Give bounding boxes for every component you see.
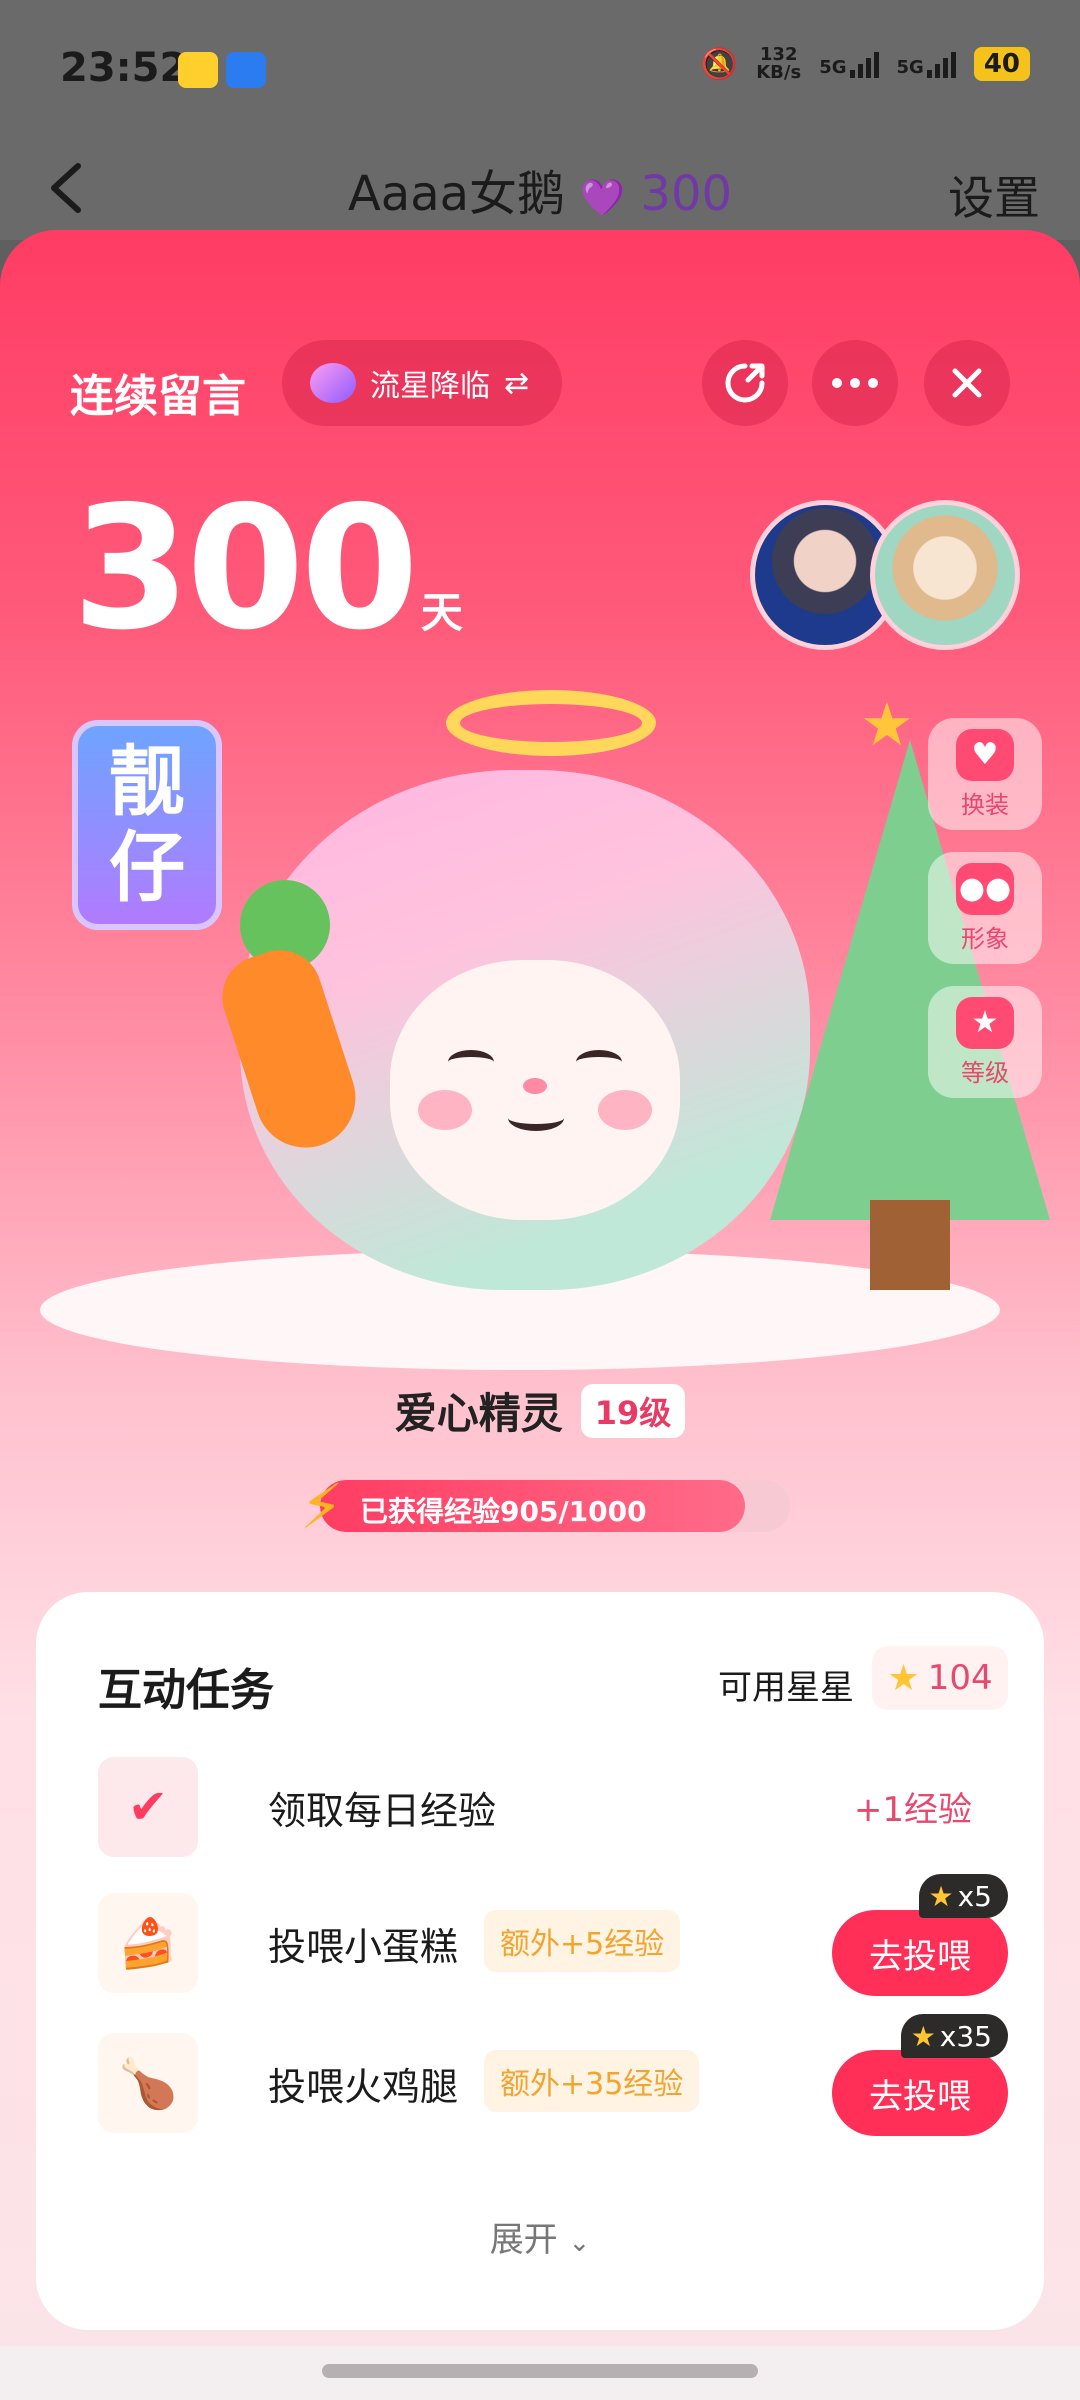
mute-icon: 🔕 [700,46,739,82]
page-title: Aaaa女鹅 💜 300 [347,166,733,222]
streak-days: 300 天 [72,470,463,668]
clock: 23:52 [60,45,188,91]
cost-tag: ★ x5 [918,1874,1008,1918]
xp-progress: ⚡ 已获得经验905/1000 [300,1470,790,1543]
star-icon: ★ [887,1657,920,1699]
hotspot-notification-icon [226,52,266,88]
side-button-outfit[interactable]: ♥ 换装 [928,718,1042,830]
star-level-icon: ★ [956,996,1014,1049]
close-button[interactable] [924,340,1010,426]
more-button[interactable] [812,340,898,426]
turkey-leg-icon: 🍗 [98,2033,198,2133]
avatar[interactable] [870,500,1020,650]
pig-face-icon: ●● [956,862,1014,915]
couple-avatars[interactable] [750,500,1020,650]
more-dots-icon [832,378,878,388]
network-speed: 132 KB/s [756,44,802,83]
cake-icon: 🍰 [98,1893,198,1993]
chevron-down-icon: ⌄ [568,2228,591,2258]
share-icon [725,363,765,403]
tree-trunk [870,1200,950,1290]
extra-xp-tag: 额外+35经验 [484,2050,700,2112]
cost-tag: ★ x35 [900,2014,1008,2058]
switch-arrows-icon: ⇄ [504,365,530,401]
settings-button[interactable]: 设置 [948,162,1040,228]
purple-heart-icon: 💜 [580,178,626,219]
signal-bars-icon [926,50,956,78]
glowing-heart-icon [310,363,356,403]
pet-level-badge: 19级 [580,1383,686,1438]
halo [446,690,656,756]
task-feed-cake: 🍰 投喂小蛋糕 额外+5经验 去投喂 ★ x5 [98,1874,1008,1998]
star-icon: ★ [910,2019,936,2053]
top-nav: Aaaa女鹅 💜 300 设置 [0,140,1080,240]
feed-cake-button[interactable]: 去投喂 [832,1910,1008,1996]
close-icon [952,368,982,398]
tree-star-icon: ★ [860,690,914,760]
pet-card: 连续留言 流星降临 ⇄ 300 天 靓 仔 ★ ♥ 换装 ●● 形象 ★ 等级 … [0,230,1080,2360]
status-icons: 🔕 132 KB/s 5G 5G 40 [701,46,1030,82]
card-header: 连续留言 流星降临 ⇄ [70,340,1010,430]
share-button[interactable] [702,340,788,426]
tasks-title: 互动任务 [98,1665,274,1716]
status-bar: 23:52 🔕 132 KB/s 5G 5G 40 [0,0,1080,140]
outfit-icon: ♥ [956,728,1014,781]
pet-face [390,960,680,1220]
home-indicator[interactable] [322,2364,758,2378]
available-stars-label: 可用星星 [718,1668,854,1708]
task-feed-turkey-leg: 🍗 投喂火鸡腿 额外+35经验 去投喂 ★ x35 [98,2014,1008,2138]
weibo-notification-icon [178,52,218,88]
side-button-appearance[interactable]: ●● 形象 [928,852,1042,964]
signal-bars-icon [849,50,879,78]
pet-scene[interactable]: ★ [40,650,1050,1430]
battery-indicator: 40 [973,47,1030,81]
expand-button[interactable]: 展开 ⌄ [36,2212,1044,2261]
side-button-level[interactable]: ★ 等级 [928,986,1042,1098]
checkmark-ribbon-icon: ✔ [98,1757,198,1857]
pet-name: 爱心精灵 [394,1389,563,1438]
star-icon: ★ [928,1879,954,1913]
stars-count: ★ 104 [872,1646,1008,1710]
xp-text: 已获得经验905/1000 [360,1495,647,1528]
meteor-effect-button[interactable]: 流星降临 ⇄ [282,340,562,426]
feed-turkey-button[interactable]: 去投喂 [832,2050,1008,2136]
lightning-icon: ⚡ [300,1470,344,1543]
extra-xp-tag: 额外+5经验 [484,1910,681,1972]
signal-2: 5G [897,50,956,78]
interaction-tasks-panel: 互动任务 可用星星 ★ 104 ✔ 领取每日经验 +1经验 🍰 投喂小蛋糕 额外… [36,1592,1044,2330]
signal-1: 5G [819,50,879,78]
task-daily-xp[interactable]: ✔ 领取每日经验 +1经验 [98,1752,1008,1862]
pet-name-row: 爱心精灵 19级 [0,1380,1080,1441]
streak-label: 连续留言 [70,371,246,422]
reward-label: +1经验 [853,1790,972,1830]
